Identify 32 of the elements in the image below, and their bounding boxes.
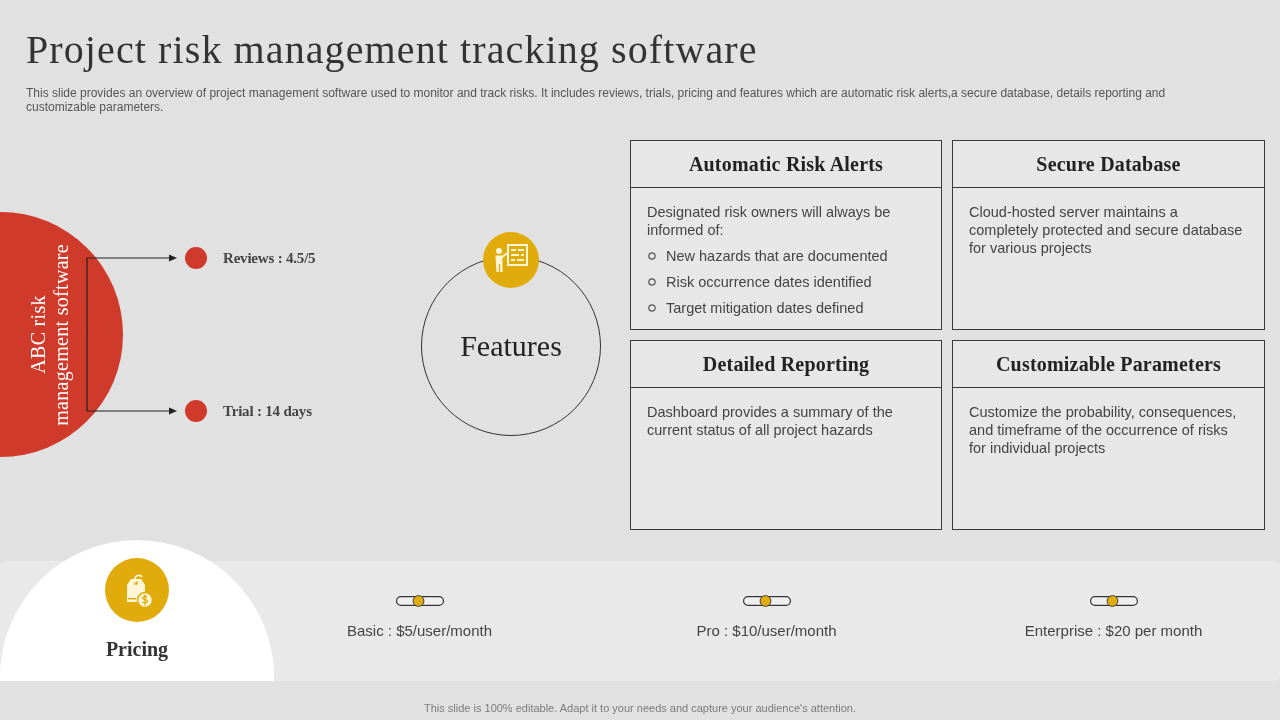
card-title: Detailed Reporting: [631, 341, 941, 388]
card-text: Designated risk owners will always be informed of:: [647, 203, 892, 239]
slide-title: Project risk management tracking software: [26, 28, 759, 72]
features-label: Features: [460, 329, 562, 363]
info-label: Trial : 14 days: [223, 402, 312, 421]
info-label: Reviews : 4.5/5: [223, 249, 316, 268]
slider-icon: [395, 595, 444, 607]
plan-price: Basic : $5/user/month: [346, 622, 493, 640]
pricing-label: Pricing: [105, 637, 169, 661]
bullet-ring-icon: [648, 252, 656, 260]
slide-description: This slide provides an overview of project management software used to monitor and track risks. It includes reviews, trials, pricing and features which are automatic risk alerts,a secure database, details reporting and customizable parameters.: [26, 86, 1167, 114]
marker-dot-icon: [185, 400, 207, 422]
bullet-text: Target mitigation dates defined: [666, 299, 864, 317]
bullet-text: Risk occurrence dates identified: [666, 273, 872, 291]
marker-dot-icon: [185, 247, 207, 269]
card-text: Cloud-hosted server maintains a completely protected and secure database for various projects: [969, 203, 1244, 257]
bullet-text: New hazards that are documented: [666, 247, 888, 265]
footer-note: This slide is 100% editable. Adapt it to your needs and capture your audience's attention.: [423, 701, 857, 716]
plan-price: Pro : $10/user/month: [696, 622, 837, 640]
card-title: Automatic Risk Alerts: [631, 141, 941, 188]
card-title: Secure Database: [953, 141, 1264, 188]
presentation-board-icon: [483, 232, 539, 288]
bullet-ring-icon: [648, 278, 656, 286]
product-name: ABC risk management software: [27, 243, 73, 426]
card-text: Customize the probability, consequences, and timeframe of the occurrence of risks for individual projects: [969, 403, 1238, 457]
bullet-ring-icon: [648, 304, 656, 312]
slider-icon: [1089, 595, 1138, 607]
slider-icon: [742, 595, 791, 607]
card-text: Dashboard provides a summary of the current status of all project hazards: [647, 403, 894, 439]
plan-price: Enterprise : $20 per month: [1024, 622, 1203, 640]
card-title: Customizable Parameters: [953, 341, 1264, 388]
price-tag-icon: [105, 558, 169, 622]
